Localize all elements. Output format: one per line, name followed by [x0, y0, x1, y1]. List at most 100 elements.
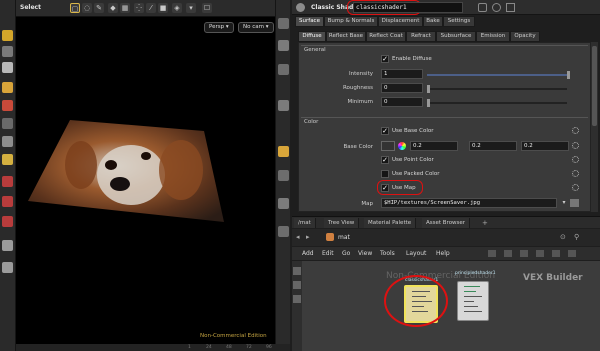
roughness-slider-handle[interactable]: [427, 85, 430, 93]
select-mode-icon[interactable]: ▢: [70, 3, 80, 13]
edges-select-icon[interactable]: ⁄: [146, 3, 156, 13]
file-browse-icon[interactable]: [570, 199, 579, 207]
lasso-icon[interactable]: ◌: [82, 3, 92, 13]
section-general[interactable]: General: [301, 45, 588, 54]
node-flag-icon[interactable]: [478, 3, 487, 12]
network-canvas[interactable]: Non-Commercial Edition VEX Builder class…: [292, 261, 600, 351]
roughness-field[interactable]: 0: [381, 83, 423, 93]
tab-subsurface[interactable]: Subsurface: [436, 31, 476, 42]
rotate-tool-icon[interactable]: [2, 62, 13, 73]
network-tool-icon[interactable]: [293, 295, 301, 303]
menu-view[interactable]: View: [358, 250, 372, 257]
lights-icon[interactable]: [278, 100, 289, 111]
roughness-slider[interactable]: [427, 88, 567, 90]
select-options-icon[interactable]: ▾: [186, 3, 196, 13]
back-arrow-icon[interactable]: ◂: [296, 233, 300, 241]
network-tool-icon[interactable]: [293, 267, 301, 275]
help-icon[interactable]: [506, 3, 515, 12]
principled-shader-node[interactable]: [457, 281, 489, 321]
tab-surface[interactable]: Surface: [295, 16, 324, 27]
tab-displacement[interactable]: Displacement: [378, 16, 423, 27]
use-map-checkbox[interactable]: ✓: [381, 184, 389, 192]
render-tool-icon[interactable]: [2, 262, 13, 273]
display-tool-icon[interactable]: [2, 240, 13, 251]
menu-layout[interactable]: Layout: [406, 250, 426, 257]
view-tool-icon[interactable]: [2, 118, 13, 129]
network-grid-icon[interactable]: [504, 250, 512, 257]
tab-reflect-base[interactable]: Reflect Base: [326, 31, 366, 42]
minimum-slider[interactable]: [427, 102, 567, 104]
base-color-g-field[interactable]: 0.2: [469, 141, 517, 151]
handle-tool-icon[interactable]: [2, 82, 13, 93]
section-color[interactable]: Color: [301, 117, 588, 126]
magnet-tool-icon[interactable]: [2, 176, 13, 187]
network-path-label[interactable]: mat: [338, 234, 350, 241]
gear-icon[interactable]: [492, 3, 501, 12]
display-toggle-icon[interactable]: [278, 18, 289, 29]
shading-icon[interactable]: [278, 64, 289, 75]
minimum-field[interactable]: 0: [381, 97, 423, 107]
menu-edit[interactable]: Edit: [322, 250, 334, 257]
tab-mat[interactable]: /mat: [294, 218, 316, 228]
pin-icon[interactable]: ⊙: [560, 233, 566, 241]
map-path-field[interactable]: $HIP/textures/ScreenSaver.jpg: [381, 198, 557, 208]
snap-tool-icon[interactable]: [2, 196, 13, 207]
gear-icon[interactable]: [572, 142, 579, 149]
node-name-input[interactable]: classicshader1: [353, 2, 463, 13]
menu-tools[interactable]: Tools: [380, 250, 395, 257]
tab-tree-view[interactable]: Tree View: [324, 218, 360, 228]
brush-tool-icon[interactable]: [2, 136, 13, 147]
menu-go[interactable]: Go: [342, 250, 350, 257]
network-shape-icon[interactable]: [568, 250, 576, 257]
use-packed-color-checkbox[interactable]: [381, 170, 389, 178]
use-base-color-checkbox[interactable]: ✓: [381, 127, 389, 135]
visualize-icon[interactable]: [278, 226, 289, 237]
camera-dropdown[interactable]: No cam ▾: [238, 22, 274, 33]
group-select-icon[interactable]: ▦: [120, 3, 130, 13]
points-select-icon[interactable]: ⁛: [134, 3, 144, 13]
minimum-slider-handle[interactable]: [427, 99, 430, 107]
gear-icon[interactable]: [572, 170, 579, 177]
menu-help[interactable]: Help: [436, 250, 450, 257]
enable-diffuse-checkbox[interactable]: ✓: [381, 55, 389, 63]
dropdown-arrow-icon[interactable]: ▾: [560, 199, 568, 207]
grid-icon[interactable]: [278, 170, 289, 181]
color-wheel-icon[interactable]: [398, 142, 406, 150]
add-tab-icon[interactable]: +: [482, 219, 488, 227]
intensity-slider-handle[interactable]: [567, 71, 570, 79]
object-mode-icon[interactable]: ◆: [108, 3, 118, 13]
tab-bump-normals[interactable]: Bump & Normals: [324, 16, 378, 27]
intensity-field[interactable]: 1: [381, 69, 423, 79]
tab-emission[interactable]: Emission: [476, 31, 510, 42]
network-snap-icon[interactable]: [536, 250, 544, 257]
tab-settings[interactable]: Settings: [443, 16, 475, 27]
tab-reflect-coat[interactable]: Reflect Coat: [366, 31, 406, 42]
camera-icon[interactable]: [278, 146, 289, 157]
timeline-ruler[interactable]: 1 24 48 72 96: [16, 344, 290, 351]
tab-diffuse[interactable]: Diffuse: [298, 31, 326, 42]
network-view-icon[interactable]: [488, 250, 496, 257]
secure-select-icon[interactable]: ☐: [202, 3, 212, 13]
vertex-select-icon[interactable]: ◈: [172, 3, 182, 13]
tab-opacity[interactable]: Opacity: [510, 31, 540, 42]
pose-tool-icon[interactable]: [2, 100, 13, 111]
parameter-scrollbar[interactable]: [591, 42, 598, 212]
tab-bake[interactable]: Bake: [423, 16, 443, 27]
menu-add[interactable]: Add: [302, 250, 314, 257]
forward-arrow-icon[interactable]: ▸: [306, 233, 310, 241]
light-tool-icon[interactable]: [2, 154, 13, 165]
gear-icon[interactable]: [572, 156, 579, 163]
scene-viewport[interactable]: Select ▢ ◌ ✎ ◆ ▦ ⁛ ⁄ ■ ◈ ▾ ☐ Persp ▾ No …: [16, 0, 290, 351]
tab-asset-browser[interactable]: Asset Browser: [422, 218, 471, 228]
link-icon[interactable]: ⚲: [574, 233, 579, 241]
prims-select-icon[interactable]: ■: [158, 3, 168, 13]
gear-icon[interactable]: [572, 184, 579, 191]
network-list-icon[interactable]: [520, 250, 528, 257]
select-tool-icon[interactable]: [2, 30, 13, 41]
base-color-b-field[interactable]: 0.2: [521, 141, 569, 151]
tab-material-palette[interactable]: Material Palette: [364, 218, 417, 228]
network-color-icon[interactable]: [552, 250, 560, 257]
use-point-color-checkbox[interactable]: ✓: [381, 156, 389, 164]
intensity-slider[interactable]: [427, 74, 567, 76]
snap-grid-icon[interactable]: [2, 216, 13, 227]
